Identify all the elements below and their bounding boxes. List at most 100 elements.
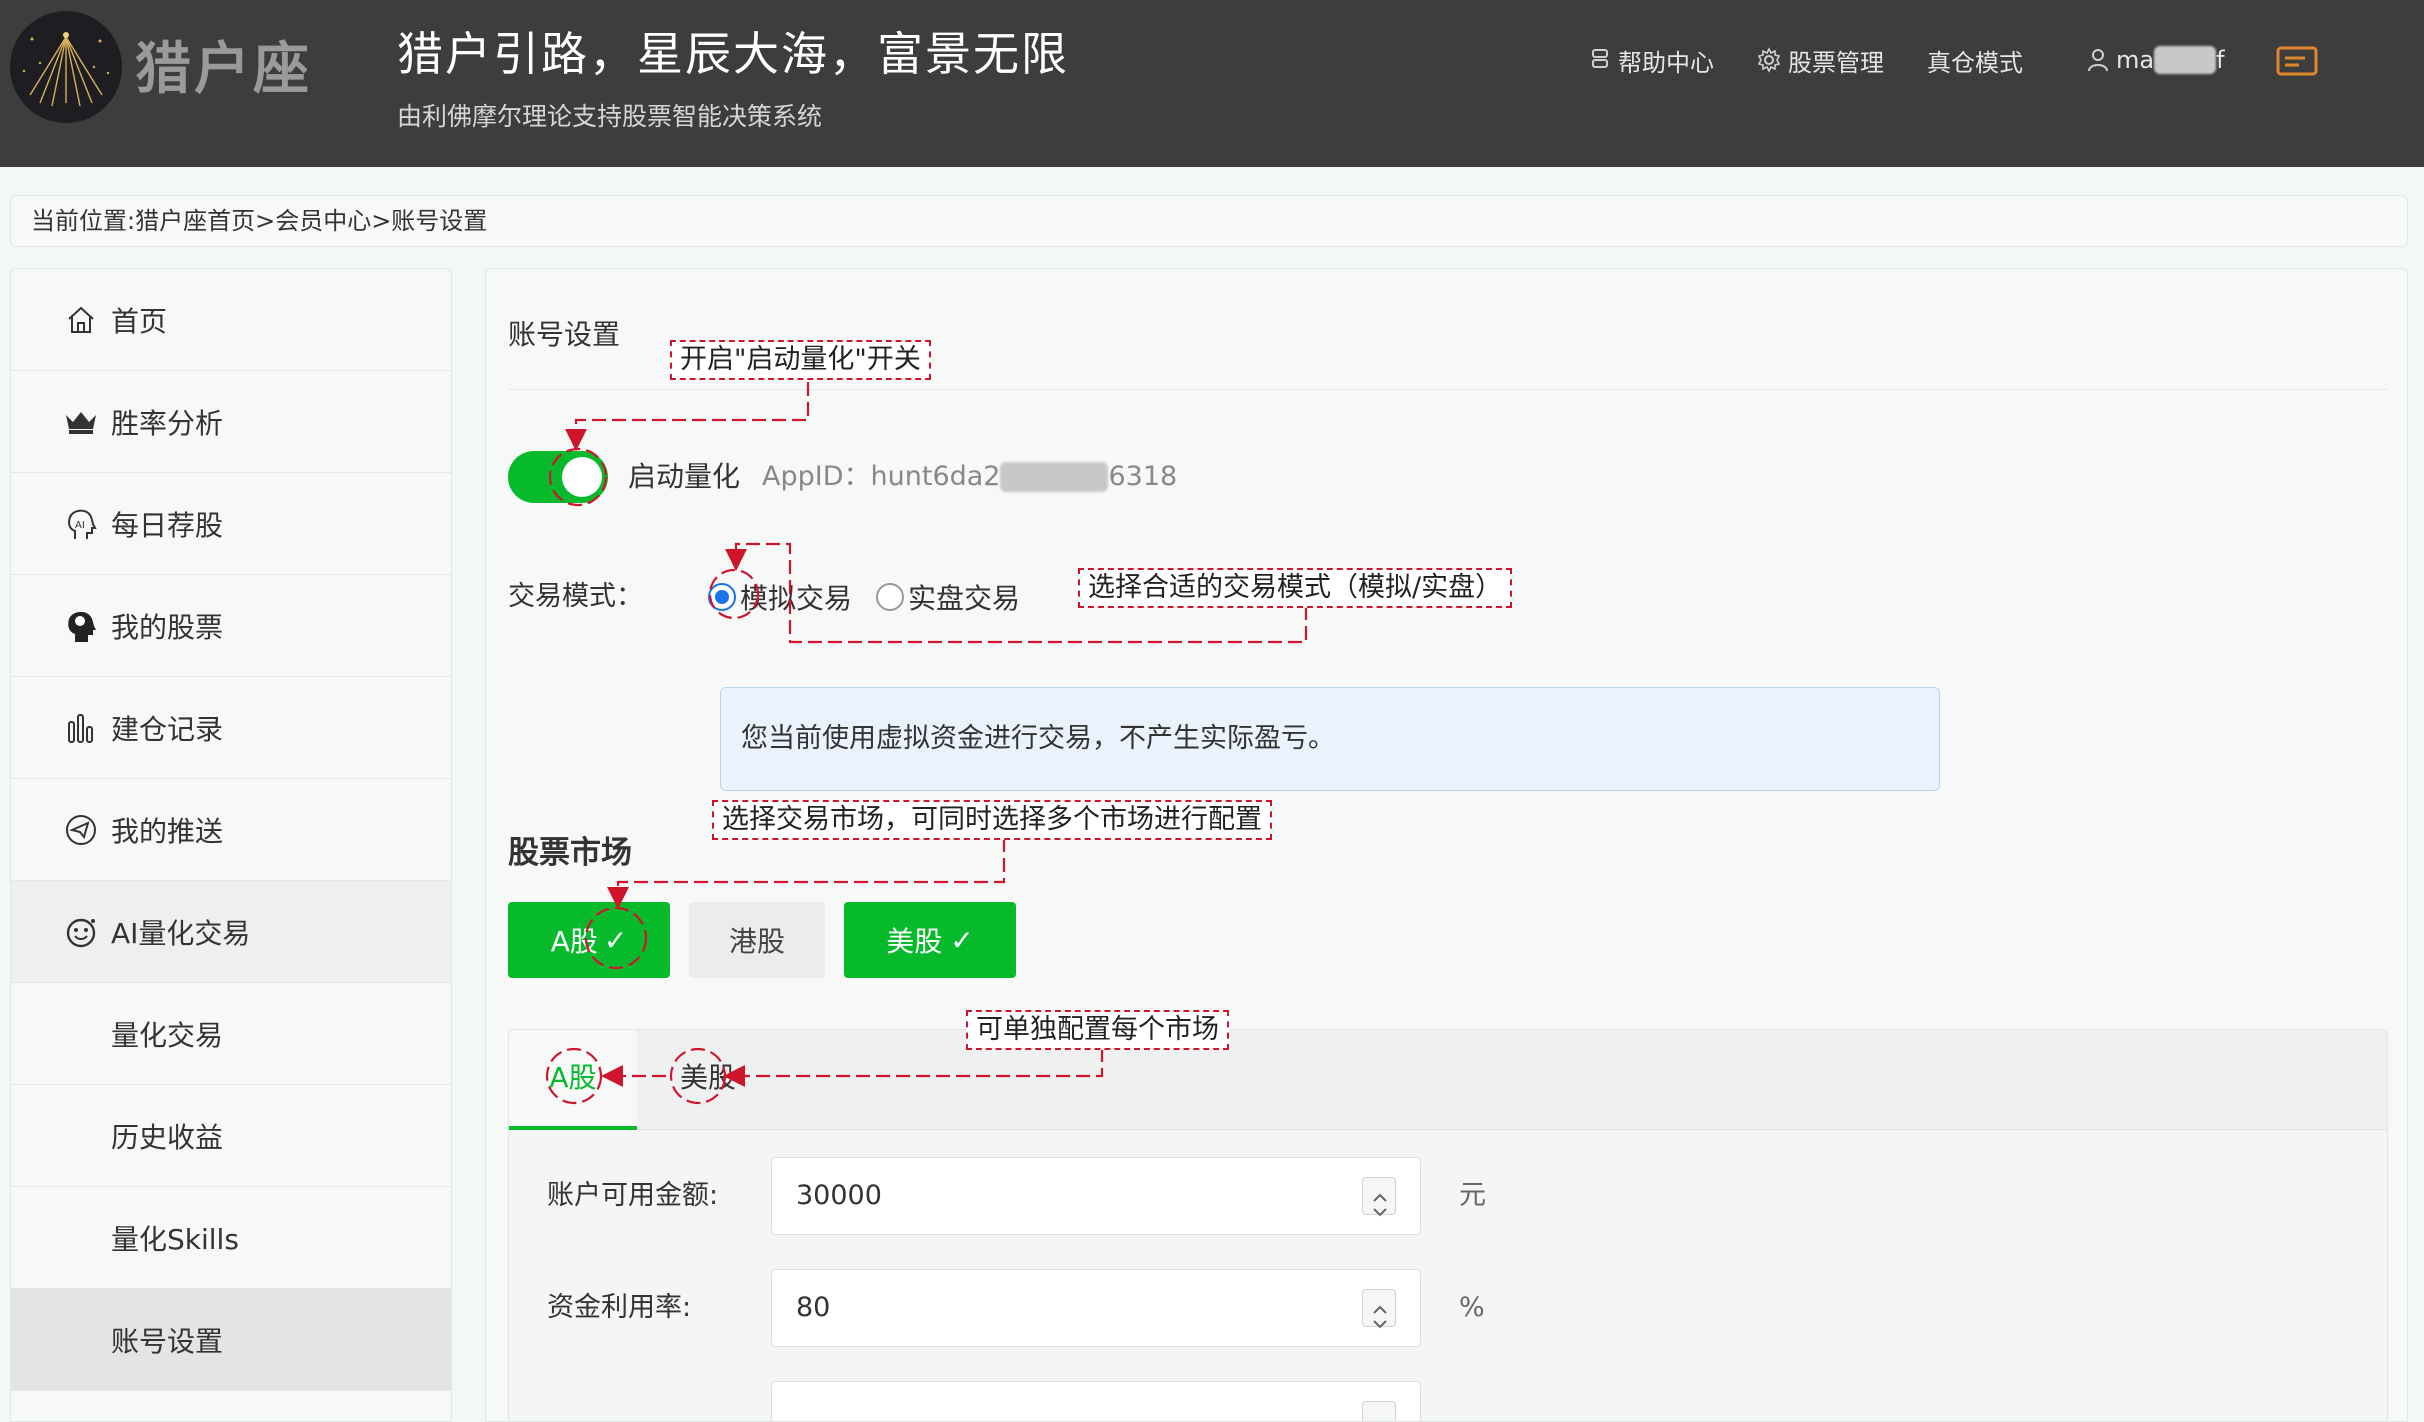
appid-redacted xyxy=(1000,462,1109,492)
appid-prefix: hunt6da2 xyxy=(870,461,1001,492)
star-burst-icon xyxy=(22,32,110,107)
sidebar-item-label: 我的股票 xyxy=(111,610,224,644)
robot-face-icon xyxy=(63,914,99,950)
sidebar-item-label: 胜率分析 xyxy=(111,406,224,440)
help-doc-icon xyxy=(1592,49,1608,68)
available-amount-label: 账户可用金额: xyxy=(547,1180,719,1211)
radio-simulated-dot[interactable] xyxy=(708,583,736,611)
brain-head-icon xyxy=(63,608,99,644)
svg-text:AI: AI xyxy=(75,520,85,531)
sidebar-item-win-rate[interactable]: 胜率分析 xyxy=(11,371,451,473)
nav-help-center[interactable]: 帮助中心 xyxy=(1590,42,1714,78)
nav-stock-manage[interactable]: 股票管理 xyxy=(1756,42,1884,78)
annotation-mode-note: 选择合适的交易模式（模拟/实盘） xyxy=(1078,568,1513,608)
radio-simulated-trading[interactable]: 模拟交易 xyxy=(708,577,852,617)
sidebar-item-label: AI量化交易 xyxy=(111,916,251,950)
third-field-spinner[interactable] xyxy=(1362,1401,1396,1421)
crown-icon xyxy=(63,404,99,440)
user-menu[interactable]: ma f xyxy=(2086,42,2225,78)
username-suffix: f xyxy=(2216,46,2225,74)
user-icon xyxy=(2088,49,2108,72)
market-hk-share-label: 港股 xyxy=(728,925,785,958)
sidebar-subitem-quant-trading[interactable]: 量化交易 xyxy=(11,983,451,1085)
radio-real-dot[interactable] xyxy=(876,583,904,611)
sidebar-item-label: 每日荐股 xyxy=(111,508,224,542)
utilization-unit: % xyxy=(1459,1292,1485,1323)
market-a-share-button[interactable]: A股 ✓ xyxy=(508,902,670,978)
available-amount-input[interactable]: 30000 xyxy=(771,1157,1421,1235)
sidebar-item-label: 建仓记录 xyxy=(111,712,224,746)
amount-unit: 元 xyxy=(1459,1180,1486,1211)
annotation-tab-note: 可单独配置每个市场 xyxy=(966,1010,1229,1050)
sidebar-item-label: 首页 xyxy=(111,304,168,338)
gear-icon xyxy=(1757,47,1781,73)
sidebar-item-position-records[interactable]: 建仓记录 xyxy=(11,677,451,779)
appid-display: AppID： hunt6da2 6318 xyxy=(762,459,1177,495)
panel-title: 账号设置 xyxy=(508,318,621,351)
push-icon xyxy=(63,812,99,848)
radio-real-label: 实盘交易 xyxy=(908,582,1021,615)
market-us-share-label: 美股 xyxy=(886,925,943,958)
market-us-share-button[interactable]: 美股 ✓ xyxy=(844,902,1016,978)
sidebar-item-my-stocks[interactable]: 我的股票 xyxy=(11,575,451,677)
quant-enable-switch[interactable] xyxy=(508,451,608,503)
sidebar-subitem-quant-skills[interactable]: 量化Skills xyxy=(11,1187,451,1289)
stock-market-title: 股票市场 xyxy=(508,835,632,871)
tab-us-share[interactable]: 美股 xyxy=(663,1030,753,1130)
sidebar-item-ai-quant[interactable]: AI量化交易 xyxy=(11,881,451,983)
utilization-spinner[interactable] xyxy=(1362,1289,1396,1329)
third-field-input[interactable] xyxy=(771,1381,1421,1421)
sidebar-item-label: 量化交易 xyxy=(111,1018,224,1052)
trade-mode-label: 交易模式： xyxy=(508,581,643,612)
quant-switch-label: 启动量化 xyxy=(628,460,741,493)
nav-stock-manage-label: 股票管理 xyxy=(1788,48,1884,77)
breadcrumb: 当前位置:猎户座首页>会员中心>账号设置 xyxy=(10,195,2408,247)
sidebar-subitem-history-profit[interactable]: 历史收益 xyxy=(11,1085,451,1187)
sidebar-subitem-account-settings[interactable]: 账号设置 xyxy=(11,1289,451,1391)
sidebar-item-home[interactable]: 首页 xyxy=(11,269,451,371)
orion-logo-emblem[interactable] xyxy=(10,11,122,123)
sidebar-item-daily-picks[interactable]: AI 每日荐股 xyxy=(11,473,451,575)
username-redacted xyxy=(2154,46,2217,74)
bar-chart-icon xyxy=(63,710,99,746)
amount-spinner[interactable] xyxy=(1362,1177,1396,1217)
capital-utilization-value: 80 xyxy=(796,1292,831,1323)
nav-real-mode[interactable]: 真仓模式 xyxy=(1927,42,2023,78)
logo-text[interactable]: 猎户座 xyxy=(135,35,312,105)
ai-head-icon: AI xyxy=(63,506,99,542)
tab-a-share[interactable]: A股 xyxy=(509,1030,637,1130)
market-tabs: A股 美股 xyxy=(509,1030,2387,1130)
spinner-arrows-icon xyxy=(1373,1193,1387,1217)
annotation-market-note: 选择交易市场，可同时选择多个市场进行配置 xyxy=(712,800,1272,840)
sidebar-item-label: 历史收益 xyxy=(111,1120,224,1154)
sidebar-item-label: 量化Skills xyxy=(111,1222,239,1256)
site-subslogan: 由利佛摩尔理论支持股票智能决策系统 xyxy=(397,102,823,131)
sidebar-item-my-push[interactable]: 我的推送 xyxy=(11,779,451,881)
site-slogan: 猎户引路，星辰大海，富景无限 xyxy=(397,27,1069,81)
market-hk-share-button[interactable]: 港股 xyxy=(689,902,825,978)
nav-real-mode-label: 真仓模式 xyxy=(1927,48,2023,77)
radio-real-trading[interactable]: 实盘交易 xyxy=(876,577,1020,617)
appid-suffix: 6318 xyxy=(1108,461,1178,492)
spinner-arrows-icon xyxy=(1373,1305,1387,1329)
message-icon xyxy=(2276,46,2318,76)
available-amount-value: 30000 xyxy=(796,1180,882,1211)
simulation-info-alert: 您当前使用虚拟资金进行交易，不产生实际盈亏。 xyxy=(720,687,1940,791)
home-icon xyxy=(63,302,99,338)
sidebar-item-label: 我的推送 xyxy=(111,814,224,848)
check-icon: ✓ xyxy=(950,923,974,957)
market-config-card: A股 美股 账户可用金额: 30000 元 资金利用率: 80 % xyxy=(508,1029,2388,1421)
annotation-switch-note: 开启"启动量化"开关 xyxy=(670,340,931,380)
title-divider xyxy=(508,389,2388,390)
sidebar-item-label: 账号设置 xyxy=(111,1324,224,1358)
sidebar: 首页 胜率分析 AI 每日荐股 我的股票 建仓记录 我的推送 AI量化交易 量化… xyxy=(10,268,452,1422)
capital-utilization-input[interactable]: 80 xyxy=(771,1269,1421,1347)
capital-utilization-label: 资金利用率: xyxy=(547,1292,692,1323)
check-icon: ✓ xyxy=(603,923,628,957)
radio-simulated-label: 模拟交易 xyxy=(740,582,853,615)
nav-help-label: 帮助中心 xyxy=(1618,48,1714,77)
message-button[interactable] xyxy=(2275,45,2321,81)
username-prefix: ma xyxy=(2116,46,2155,74)
appid-label: AppID： xyxy=(762,461,871,492)
market-a-share-label: A股 xyxy=(550,925,598,958)
